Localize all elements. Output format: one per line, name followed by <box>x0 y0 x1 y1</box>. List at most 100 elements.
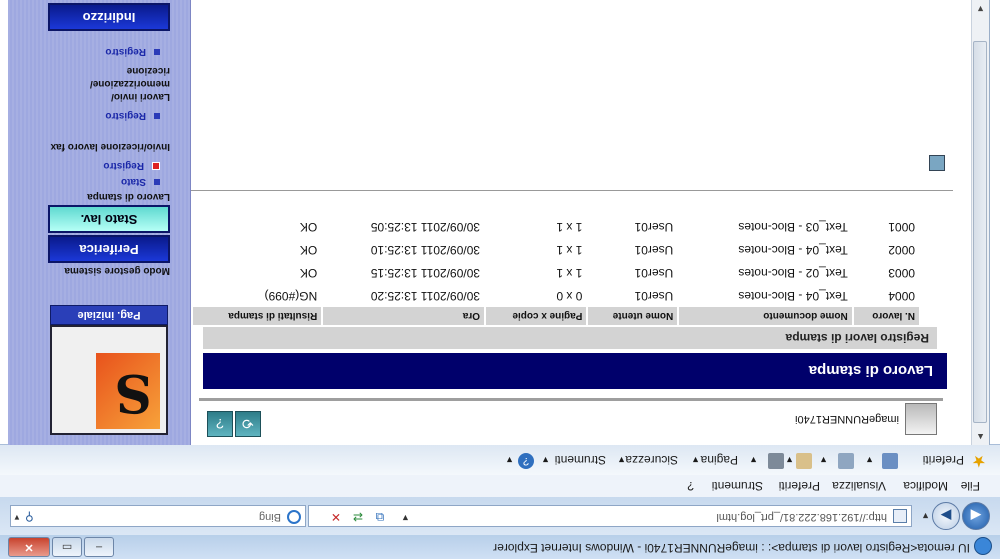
mail-dropdown[interactable]: ▼ <box>785 455 794 465</box>
url-dropdown-icon[interactable]: ▼ <box>401 513 410 523</box>
group-send-store-receive-label: Lavori invio/ memorizzazione/ ricezione <box>89 65 170 102</box>
add-favorites-icon[interactable] <box>882 453 898 469</box>
print-log-table: N. lavoro Nome documento Nome utente Pag… <box>191 215 921 325</box>
feeds-icon[interactable] <box>838 453 854 469</box>
add-favorites-dropdown[interactable]: ▼ <box>865 455 874 465</box>
cell-document-name: Text_04 - Bloc-notes <box>738 289 848 303</box>
active-bullet-icon <box>152 161 160 170</box>
cell-user-name: User01 <box>634 289 674 303</box>
recent-pages-dropdown[interactable]: ▼ <box>921 511 930 521</box>
cell-pages-copies: 1 x 1 <box>556 220 583 234</box>
security-menu-dropdown[interactable]: ▼ <box>617 455 626 465</box>
refresh-page-button[interactable]: ⟲ <box>235 411 261 437</box>
page-help-button[interactable]: ? <box>207 411 233 437</box>
indirizzo-button[interactable]: Indirizzo <box>48 3 170 31</box>
scroll-thumb[interactable] <box>973 41 987 423</box>
minimize-button[interactable]: – <box>84 537 114 557</box>
search-field[interactable]: Bing ⚲ ▼ <box>10 505 306 527</box>
cell-result: OK <box>299 266 318 280</box>
bullet-icon <box>154 48 160 55</box>
page-title-bar: Lavoro di stampa <box>203 353 947 389</box>
compat-view-icon[interactable]: ⧉ <box>371 509 389 525</box>
cell-result: NG(#099) <box>264 289 318 303</box>
cell-time: 30/09/2011 13:25:15 <box>370 266 481 280</box>
cell-job-number: 0001 <box>888 220 915 234</box>
ie-logo-icon <box>974 537 992 555</box>
nav-registro-send-link[interactable]: Registro <box>105 46 160 57</box>
logo-s-icon: S <box>114 362 152 423</box>
search-placeholder: Bing <box>258 511 281 523</box>
cell-time: 30/09/2011 13:25:10 <box>370 243 481 257</box>
table-row: 0001 Text_03 - Bloc-notes User01 1 x 1 3… <box>193 215 919 238</box>
cell-job-number: 0004 <box>888 289 915 303</box>
periferica-button[interactable]: Periferica <box>48 235 170 263</box>
nav-registro-fax-label[interactable]: Registro <box>105 110 146 121</box>
menu-preferiti[interactable]: Preferiti <box>779 479 820 493</box>
refresh-icon[interactable]: ⇄ <box>349 509 367 525</box>
menu-modifica[interactable]: Modifica <box>903 479 948 493</box>
stato-lav-button[interactable]: Stato lav. <box>48 205 170 233</box>
help-icon[interactable]: ? <box>518 453 534 469</box>
vertical-scrollbar[interactable]: ▲ ▼ <box>971 0 989 445</box>
bullet-icon <box>154 112 160 119</box>
left-navigation-panel: S Pag. iniziale Modo gestore sistema Per… <box>8 0 191 445</box>
address-bar: ◀ ▶ ▼ http://192.168.222.81/_prt_log.htm… <box>0 497 1000 535</box>
cell-pages-copies: 0 x 0 <box>556 289 583 303</box>
menu-file[interactable]: File <box>961 479 980 493</box>
cell-user-name: User01 <box>634 220 674 234</box>
tools-menu-dropdown[interactable]: ▼ <box>541 455 550 465</box>
printer-icon <box>905 403 937 435</box>
page-favicon-icon <box>893 509 907 523</box>
col-user-name: Nome utente <box>588 307 678 325</box>
security-menu[interactable]: Sicurezza <box>625 453 678 467</box>
table-header-row: N. lavoro Nome documento Nome utente Pag… <box>193 307 919 325</box>
search-options-icon[interactable]: ▼ <box>13 513 21 522</box>
menu-visualizza[interactable]: Visualizza <box>832 479 886 493</box>
col-time: Ora <box>323 307 485 325</box>
stop-icon[interactable]: ✕ <box>327 509 345 525</box>
maximize-button[interactable]: ▭ <box>52 537 82 557</box>
nav-registro-print-label[interactable]: Registro <box>103 160 144 171</box>
menu-bar: File Modifica Visualizza Preferiti Strum… <box>0 474 1000 497</box>
tools-menu[interactable]: Strumenti <box>555 453 606 467</box>
print-dropdown[interactable]: ▼ <box>749 455 758 465</box>
nav-registro-send-label[interactable]: Registro <box>105 46 146 57</box>
home-page-button[interactable]: Pag. iniziale <box>50 305 168 325</box>
favorites-button[interactable]: Preferiti <box>923 453 964 467</box>
nav-registro-fax-link[interactable]: Registro <box>105 110 160 121</box>
section-title-bar: Registro lavori di stampa <box>203 327 937 349</box>
expand-icon[interactable] <box>929 155 945 171</box>
url-text[interactable]: http://192.168.222.81/_prt_log.html <box>716 511 887 523</box>
nav-registro-print-link[interactable]: Registro <box>103 160 160 171</box>
menu-help[interactable]: ? <box>687 479 694 493</box>
col-job-number: N. lavoro <box>853 307 919 325</box>
search-icon[interactable]: ⚲ <box>25 510 34 524</box>
menu-strumenti[interactable]: Strumenti <box>712 479 763 493</box>
browser-window: IU remota<Registro lavori di stampa>: : … <box>0 0 1000 559</box>
mail-icon[interactable] <box>796 453 812 469</box>
cell-time: 30/09/2011 13:25:05 <box>370 220 481 234</box>
cell-pages-copies: 1 x 1 <box>556 243 583 257</box>
cell-pages-copies: 1 x 1 <box>556 266 583 280</box>
forward-button[interactable]: ▶ <box>932 502 960 530</box>
command-bar: ★ Preferiti ▼ ▼ ▼ ▼ Pagina ▼ Sicurezza ▼… <box>0 444 1000 475</box>
table-row: 0003 Text_02 - Bloc-notes User01 1 x 1 3… <box>193 261 919 284</box>
close-button[interactable]: ✕ <box>8 537 50 557</box>
cell-user-name: User01 <box>634 266 674 280</box>
table-row: 0002 Text_04 - Bloc-notes User01 1 x 1 3… <box>193 238 919 261</box>
page-menu-dropdown[interactable]: ▼ <box>691 455 700 465</box>
back-button[interactable]: ◀ <box>962 502 990 530</box>
favorites-star-icon[interactable]: ★ <box>970 452 986 471</box>
cell-job-number: 0003 <box>888 266 915 280</box>
page-menu[interactable]: Pagina <box>701 453 738 467</box>
nav-stato-label[interactable]: Stato <box>121 176 146 187</box>
print-icon[interactable] <box>768 453 784 469</box>
url-field[interactable]: http://192.168.222.81/_prt_log.html ▼ ⧉ … <box>308 505 912 527</box>
scroll-up-icon[interactable]: ▲ <box>972 428 989 445</box>
scroll-down-icon[interactable]: ▼ <box>972 0 989 17</box>
help-dropdown[interactable]: ▼ <box>505 455 514 465</box>
feeds-dropdown[interactable]: ▼ <box>819 455 828 465</box>
cell-document-name: Text_02 - Bloc-notes <box>738 266 848 280</box>
table-divider <box>181 190 953 191</box>
nav-stato-link[interactable]: Stato <box>121 176 160 187</box>
